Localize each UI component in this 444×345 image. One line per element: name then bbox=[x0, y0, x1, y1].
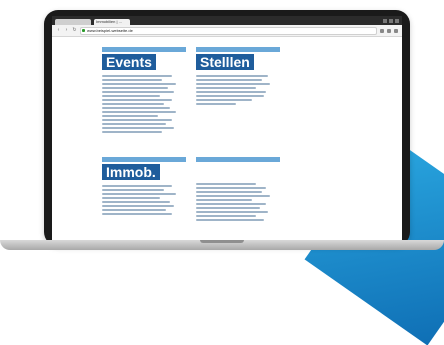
browser-titlebar: Immobilien | ... bbox=[52, 16, 402, 25]
text-line bbox=[102, 127, 174, 129]
text-line bbox=[196, 83, 270, 85]
text-line bbox=[102, 103, 164, 105]
text-line bbox=[196, 207, 260, 209]
text-line bbox=[102, 75, 172, 77]
text-line bbox=[102, 115, 158, 117]
panel-text-lines bbox=[196, 183, 280, 221]
laptop-base-notch bbox=[200, 240, 244, 243]
window-controls bbox=[383, 18, 402, 23]
text-line bbox=[102, 185, 172, 187]
text-line bbox=[196, 103, 236, 105]
text-line bbox=[102, 197, 160, 199]
maximize-icon[interactable] bbox=[389, 18, 393, 23]
text-line bbox=[196, 79, 262, 81]
panel-title-events[interactable]: Events bbox=[102, 54, 156, 70]
text-line bbox=[196, 195, 270, 197]
panel-fourth bbox=[196, 157, 280, 223]
text-line bbox=[196, 87, 256, 89]
text-line bbox=[102, 83, 176, 85]
panel-text-lines bbox=[102, 75, 186, 133]
text-line bbox=[102, 107, 170, 109]
panel-events: Events bbox=[102, 47, 186, 135]
text-line bbox=[102, 209, 166, 211]
text-line bbox=[196, 99, 252, 101]
text-line bbox=[196, 91, 266, 93]
text-line bbox=[196, 215, 256, 217]
laptop-screen: Immobilien | ... ‹ › ↻ www.beispiel-webs… bbox=[52, 16, 402, 240]
panel-header-bar bbox=[102, 157, 186, 162]
text-line bbox=[196, 183, 256, 185]
text-line bbox=[102, 193, 176, 195]
panel-header-bar bbox=[196, 157, 280, 162]
text-line bbox=[102, 119, 172, 121]
panel-stellen: Stelllen bbox=[196, 47, 280, 107]
panel-title-stellen[interactable]: Stelllen bbox=[196, 54, 254, 70]
browser-toolbar: ‹ › ↻ www.beispiel-webseite.de bbox=[52, 25, 402, 37]
text-line bbox=[196, 203, 266, 205]
text-line bbox=[102, 79, 162, 81]
text-line bbox=[102, 91, 174, 93]
download-icon[interactable] bbox=[387, 28, 391, 33]
text-line bbox=[102, 205, 174, 207]
panel-header-bar bbox=[102, 47, 186, 52]
bookmark-icon[interactable] bbox=[380, 28, 384, 33]
text-line bbox=[102, 111, 176, 113]
panel-title-immob[interactable]: Immob. bbox=[102, 164, 160, 180]
text-line bbox=[102, 123, 166, 125]
text-line bbox=[102, 99, 172, 101]
close-icon[interactable] bbox=[395, 18, 399, 23]
panel-immob: Immob. bbox=[102, 157, 186, 217]
text-line bbox=[102, 131, 162, 133]
panel-header-bar bbox=[196, 47, 280, 52]
text-line bbox=[196, 199, 252, 201]
page-content: Events Stelllen Immob. bbox=[52, 37, 402, 240]
text-line bbox=[102, 95, 160, 97]
text-line bbox=[196, 187, 266, 189]
lock-icon bbox=[82, 28, 85, 32]
browser-tab-active[interactable]: Immobilien | ... bbox=[94, 19, 130, 25]
text-line bbox=[196, 95, 264, 97]
text-line bbox=[102, 201, 170, 203]
address-bar[interactable]: www.beispiel-webseite.de bbox=[80, 26, 377, 35]
text-line bbox=[102, 189, 164, 191]
browser-tab-inactive[interactable] bbox=[55, 19, 91, 25]
text-line bbox=[196, 191, 262, 193]
panel-text-lines bbox=[102, 185, 186, 215]
back-arrow-icon[interactable]: ‹ bbox=[56, 28, 61, 33]
reload-icon[interactable]: ↻ bbox=[72, 28, 77, 33]
text-line bbox=[102, 87, 168, 89]
text-line bbox=[196, 211, 268, 213]
text-line bbox=[196, 219, 264, 221]
text-line bbox=[196, 75, 268, 77]
forward-arrow-icon[interactable]: › bbox=[64, 28, 69, 33]
menu-icon[interactable] bbox=[394, 28, 398, 33]
panel-text-lines bbox=[196, 75, 280, 105]
text-line bbox=[102, 213, 172, 215]
address-bar-url: www.beispiel-webseite.de bbox=[87, 27, 133, 33]
minimize-icon[interactable] bbox=[383, 18, 387, 23]
laptop-lid: Immobilien | ... ‹ › ↻ www.beispiel-webs… bbox=[44, 10, 410, 246]
